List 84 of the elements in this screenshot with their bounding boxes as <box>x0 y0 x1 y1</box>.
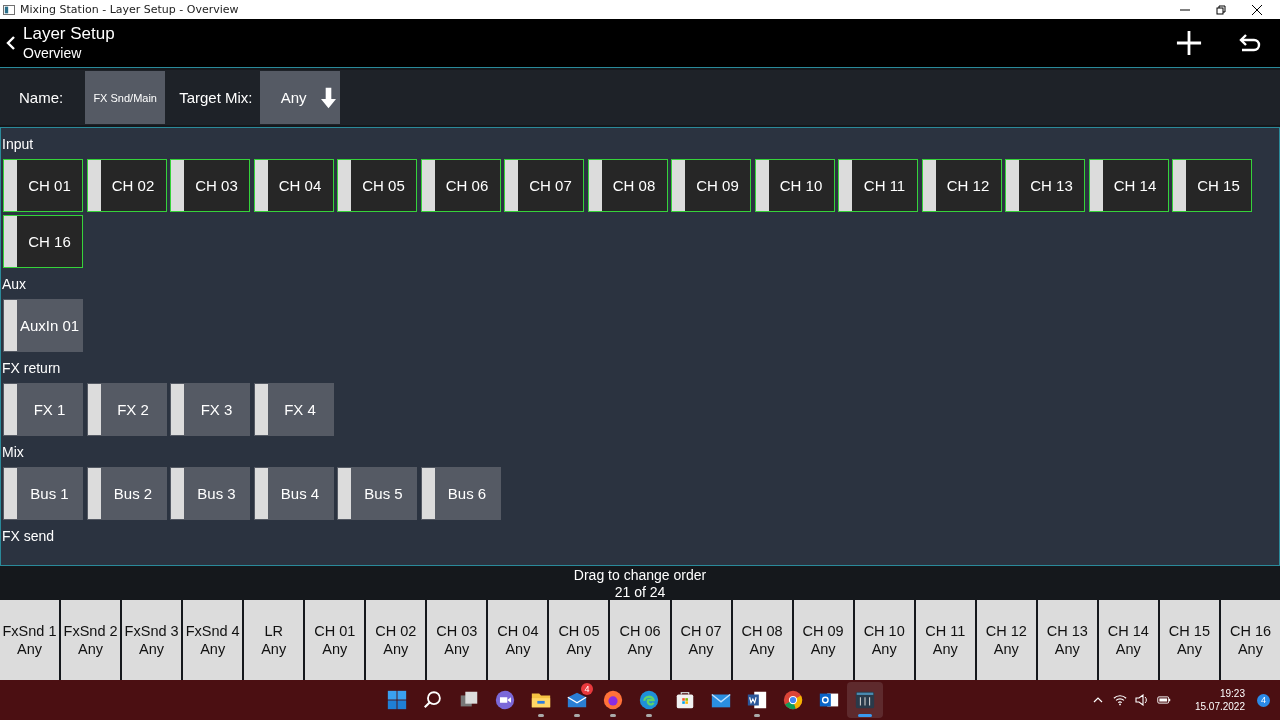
clock-date[interactable]: 15.07.2022 <box>1194 700 1245 713</box>
channel-tile[interactable]: CH 02 <box>86 159 167 212</box>
channel-tile[interactable]: CH 10 <box>754 159 835 212</box>
order-tile[interactable]: FxSnd 4 Any <box>183 600 243 680</box>
undo-icon[interactable] <box>1238 33 1262 53</box>
group-title: Aux <box>2 276 27 292</box>
channel-tile[interactable]: Bus 1 <box>3 467 83 520</box>
order-tile[interactable]: CH 13 Any <box>1037 600 1097 680</box>
battery-icon[interactable] <box>1156 694 1171 706</box>
order-tile[interactable]: CH 06 Any <box>610 600 670 680</box>
channel-tile[interactable]: CH 12 <box>921 159 1002 212</box>
order-tile[interactable]: CH 11 Any <box>915 600 975 680</box>
page-title: Layer Setup <box>23 24 115 44</box>
name-label: Name: <box>19 89 64 106</box>
search-icon <box>422 689 444 711</box>
channel-tile[interactable]: FX 4 <box>253 383 334 436</box>
back-icon[interactable] <box>6 35 16 51</box>
notification-badge: 4 <box>581 683 593 695</box>
order-tile[interactable]: CH 16 Any <box>1220 600 1280 680</box>
channel-tile[interactable]: CH 14 <box>1088 159 1169 212</box>
target-mix-dropdown[interactable]: Any <box>259 71 340 124</box>
close-icon[interactable] <box>1252 4 1262 15</box>
channel-tile[interactable]: Bus 6 <box>420 467 501 520</box>
name-field[interactable]: FX Snd/Main <box>85 71 166 124</box>
channel-tile[interactable]: FX 2 <box>86 383 167 436</box>
page-subtitle: Overview <box>23 44 83 62</box>
group-title: FX send <box>2 528 55 544</box>
circle-logo-icon <box>782 689 804 711</box>
order-tile[interactable]: CH 12 Any <box>976 600 1036 680</box>
channel-tile[interactable]: Bus 5 <box>337 467 417 520</box>
order-tile[interactable]: FxSnd 2 Any <box>61 600 121 680</box>
wifi-icon[interactable] <box>1112 694 1127 706</box>
channel-tile[interactable]: CH 03 <box>170 159 250 212</box>
channel-tile[interactable]: CH 06 <box>420 159 501 212</box>
clock-time[interactable]: 19:23 <box>1219 687 1245 700</box>
app-icon <box>3 4 15 15</box>
down-arrow-icon <box>320 86 336 109</box>
order-tile[interactable]: CH 01 Any <box>305 600 365 680</box>
channel-tile[interactable]: CH 13 <box>1005 159 1085 212</box>
channel-tile[interactable]: CH 15 <box>1172 159 1252 212</box>
channel-tile[interactable]: CH 08 <box>587 159 668 212</box>
mixer-icon <box>854 689 876 711</box>
channel-tile[interactable]: CH 16 <box>3 215 83 268</box>
video-camera-icon <box>494 689 516 711</box>
channel-tile[interactable]: CH 09 <box>671 159 751 212</box>
order-tile[interactable]: CH 09 Any <box>793 600 853 680</box>
shopping-bag-icon <box>674 689 696 711</box>
order-tile[interactable]: FxSnd 1 Any <box>0 600 60 680</box>
order-tile[interactable]: FxSnd 3 Any <box>122 600 182 680</box>
group-title: Mix <box>2 444 24 460</box>
group-title: FX return <box>2 360 61 376</box>
order-tile[interactable]: CH 14 Any <box>1098 600 1158 680</box>
channel-tile[interactable]: CH 11 <box>838 159 918 212</box>
channel-tile[interactable]: Bus 3 <box>170 467 250 520</box>
drag-hint: Drag to change order <box>573 567 707 584</box>
order-tile[interactable]: CH 04 Any <box>488 600 548 680</box>
group-title: Input <box>2 136 34 152</box>
add-icon[interactable] <box>1176 30 1202 56</box>
channel-tile[interactable]: FX 3 <box>170 383 250 436</box>
order-tile[interactable]: CH 15 Any <box>1159 600 1219 680</box>
channel-tile[interactable]: CH 04 <box>253 159 334 212</box>
order-tile[interactable]: CH 07 Any <box>671 600 731 680</box>
order-count: 21 of 24 <box>614 584 666 601</box>
channel-tile[interactable]: CH 01 <box>3 159 83 212</box>
channel-tile[interactable]: CH 07 <box>504 159 584 212</box>
channel-tile[interactable]: FX 1 <box>3 383 83 436</box>
channel-tile[interactable]: CH 05 <box>337 159 417 212</box>
order-tile[interactable]: CH 10 Any <box>854 600 914 680</box>
speaker-icon[interactable] <box>1134 694 1149 706</box>
notification-count[interactable]: 4 <box>1257 693 1270 707</box>
channel-tile[interactable]: Bus 4 <box>253 467 334 520</box>
target-mix-label: Target Mix: <box>179 89 253 106</box>
windows-logo-icon <box>386 689 408 711</box>
wave-logo-icon <box>638 689 660 711</box>
channel-tile[interactable]: AuxIn 01 <box>3 299 83 352</box>
order-tile[interactable]: CH 05 Any <box>549 600 609 680</box>
channel-tile[interactable]: Bus 2 <box>86 467 167 520</box>
restore-icon[interactable] <box>1216 4 1226 15</box>
document-w-icon <box>746 689 768 711</box>
order-tile[interactable]: LR Any <box>244 600 304 680</box>
order-tile[interactable]: CH 08 Any <box>732 600 792 680</box>
order-tile[interactable]: CH 03 Any <box>427 600 487 680</box>
window-title: Mixing Station - Layer Setup - Overview <box>20 3 239 16</box>
order-tile[interactable]: CH 02 Any <box>366 600 426 680</box>
